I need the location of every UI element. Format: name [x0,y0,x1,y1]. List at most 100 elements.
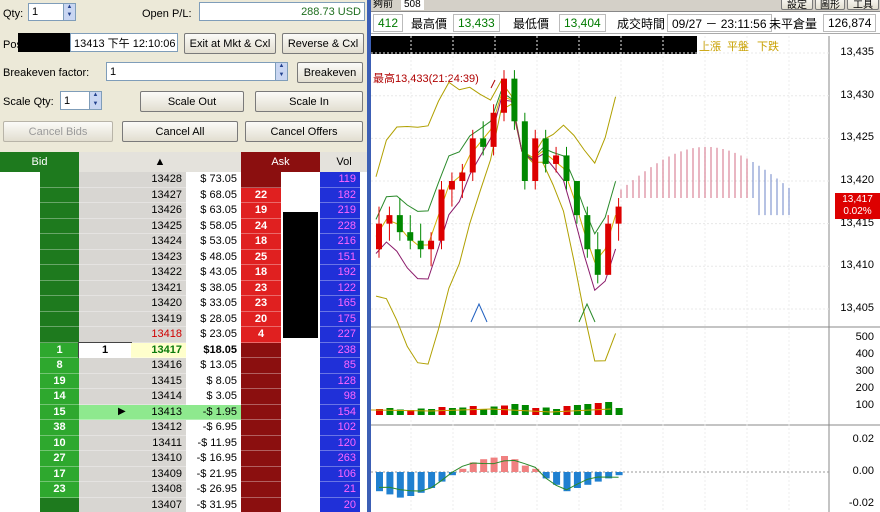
bid-size-cell[interactable] [40,249,79,265]
vol-bar[interactable] [320,389,330,405]
price-cell[interactable]: 13408 [131,482,186,498]
vol-cell[interactable]: 106 [330,466,360,482]
pl-cell[interactable]: $ 68.05 [186,187,241,203]
vol-bar[interactable] [320,249,330,265]
order-qty-cell[interactable] [79,451,131,467]
pl-cell[interactable]: $ 53.05 [186,234,241,250]
price-cell[interactable]: 13411 [131,435,186,451]
ask-order-cell[interactable] [281,342,320,358]
ask-order-cell[interactable] [281,187,320,203]
bid-order-cell[interactable] [0,218,40,234]
ladder-row[interactable]: 17 13409 -$ 21.95 106 [0,466,368,482]
vol-bar[interactable] [320,327,330,343]
bid-size-cell[interactable] [40,172,79,188]
scale-out-button[interactable]: Scale Out [140,91,244,112]
vol-bar[interactable] [320,435,330,451]
vol-bar[interactable] [320,218,330,234]
price-cell[interactable]: 13416 [131,358,186,374]
ask-size-cell[interactable] [241,404,281,420]
pl-cell[interactable]: $ 33.05 [186,296,241,312]
ask-size-cell[interactable] [241,342,281,358]
price-cell[interactable]: 13427 [131,187,186,203]
ask-order-cell[interactable] [281,373,320,389]
ladder-row[interactable]: 13428 $ 73.05 119 [0,172,368,188]
order-qty-cell[interactable] [79,482,131,498]
vol-cell[interactable]: 238 [330,342,360,358]
vol-bar[interactable] [320,342,330,358]
bid-order-cell[interactable] [0,497,40,512]
price-cell[interactable]: 13428 [131,172,186,188]
price-cell[interactable]: 13419 [131,311,186,327]
vol-cell[interactable]: 128 [330,373,360,389]
vol-cell[interactable]: 175 [330,311,360,327]
bid-order-cell[interactable] [0,265,40,281]
ask-order-cell[interactable] [281,358,320,374]
vol-bar[interactable] [320,296,330,312]
vol-bar[interactable] [320,404,330,420]
bid-order-cell[interactable] [0,389,40,405]
pl-cell[interactable]: $ 8.05 [186,373,241,389]
ask-size-cell[interactable]: 20 [241,311,281,327]
bid-size-cell[interactable] [40,497,79,512]
ladder-row[interactable]: 14 13414 $ 3.05 98 [0,389,368,405]
ask-size-cell[interactable] [241,389,281,405]
ask-column-header[interactable]: Ask [241,152,320,172]
scale-qty-input[interactable]: 1 [60,91,90,110]
candlestick-chart[interactable] [371,0,880,512]
vol-bar[interactable] [320,451,330,467]
price-cell[interactable]: 13426 [131,203,186,219]
bid-size-cell[interactable] [40,327,79,343]
vol-cell[interactable]: 151 [330,249,360,265]
bid-order-cell[interactable] [0,342,40,358]
ladder-row[interactable]: 27 13410 -$ 16.95 263 [0,451,368,467]
vol-bar[interactable] [320,234,330,250]
ask-size-cell[interactable] [241,482,281,498]
ask-size-cell[interactable]: 23 [241,296,281,312]
qty-spinner[interactable]: ▲ ▼ [63,3,76,21]
vol-bar[interactable] [320,482,330,498]
bid-size-cell[interactable] [40,203,79,219]
bid-size-cell[interactable]: 38 [40,420,79,436]
price-cell[interactable]: 13415 [131,373,186,389]
bid-order-cell[interactable] [0,420,40,436]
ask-size-cell[interactable]: 18 [241,265,281,281]
bid-order-cell[interactable] [0,482,40,498]
vol-bar[interactable] [320,358,330,374]
vol-cell[interactable]: 228 [330,218,360,234]
pl-cell[interactable]: -$ 26.95 [186,482,241,498]
bid-order-cell[interactable] [0,451,40,467]
ask-size-cell[interactable]: 18 [241,234,281,250]
order-qty-cell[interactable] [79,466,131,482]
pl-cell[interactable]: -$ 1.95 [186,404,241,420]
bid-size-cell[interactable]: 8 [40,358,79,374]
order-qty-cell[interactable] [79,327,131,343]
vol-cell[interactable]: 227 [330,327,360,343]
pl-cell[interactable]: -$ 11.95 [186,435,241,451]
bid-order-cell[interactable] [0,435,40,451]
order-qty-cell[interactable] [79,420,131,436]
bid-size-cell[interactable]: 10 [40,435,79,451]
price-cell[interactable]: 13423 [131,249,186,265]
ask-size-cell[interactable]: 24 [241,218,281,234]
vol-cell[interactable]: 219 [330,203,360,219]
ask-size-cell[interactable] [241,497,281,512]
pl-cell[interactable]: $ 63.05 [186,203,241,219]
price-cell[interactable]: 13420 [131,296,186,312]
pl-cell[interactable]: $ 38.05 [186,280,241,296]
ask-size-cell[interactable] [241,358,281,374]
scale-qty-spinner[interactable]: ▲ ▼ [89,91,102,110]
price-cell[interactable]: 13421 [131,280,186,296]
scale-in-button[interactable]: Scale In [255,91,363,112]
reverse-button[interactable]: Reverse & Cxl [282,33,364,54]
ladder-row[interactable]: 8 13416 $ 13.05 85 [0,358,368,374]
vol-bar[interactable] [320,265,330,281]
ask-size-cell[interactable] [241,373,281,389]
order-qty-cell[interactable]: 1 [78,341,132,359]
pl-cell[interactable]: $ 58.05 [186,218,241,234]
ask-size-cell[interactable] [241,172,281,188]
ladder-row[interactable]: 23 13408 -$ 26.95 21 [0,482,368,498]
ask-size-cell[interactable]: 23 [241,280,281,296]
order-qty-cell[interactable] [79,435,131,451]
breakeven-input[interactable]: 1 [106,62,276,81]
ask-size-cell[interactable] [241,466,281,482]
